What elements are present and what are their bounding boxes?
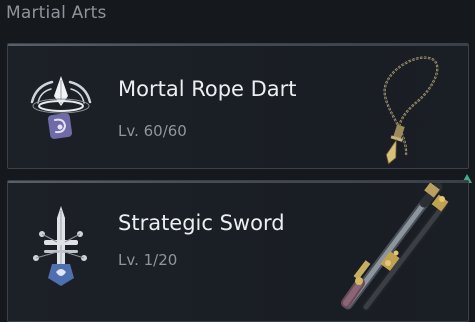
- sword-style-icon: [33, 206, 87, 286]
- martial-art-level: Lv. 60/60: [118, 122, 187, 140]
- sword-icon: [341, 183, 449, 311]
- martial-art-card-sword[interactable]: Strategic Sword Lv. 1/20: [7, 180, 469, 322]
- rope-dart-style-icon: [30, 76, 92, 139]
- martial-art-name: Mortal Rope Dart: [118, 77, 297, 101]
- section-title: Martial Arts: [6, 3, 107, 23]
- card-top-divider: [8, 44, 468, 46]
- martial-art-name: Strategic Sword: [118, 211, 285, 235]
- martial-art-card-rope-dart[interactable]: Mortal Rope Dart Lv. 60/60: [7, 43, 469, 169]
- rope-dart-icon: [383, 56, 439, 165]
- martial-art-level: Lv. 1/20: [118, 251, 178, 269]
